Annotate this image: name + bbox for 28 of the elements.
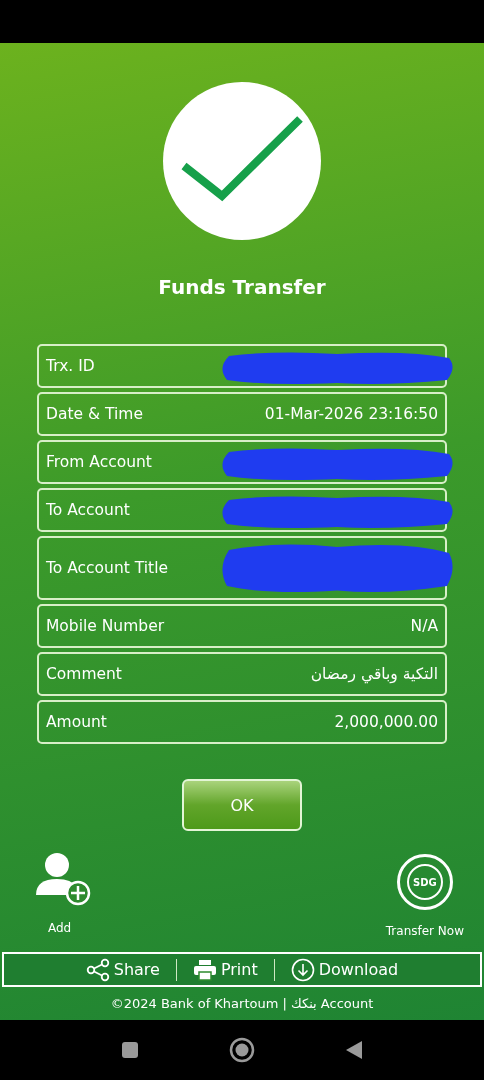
print-button[interactable]: Print: [190, 958, 260, 981]
back-icon[interactable]: [345, 1040, 363, 1060]
share-button[interactable]: Share: [83, 957, 162, 982]
row-label: From Account: [46, 453, 152, 471]
recent-apps-icon[interactable]: [121, 1041, 139, 1059]
printer-icon: [192, 958, 217, 981]
row-value: 2,000,000.00: [334, 713, 438, 731]
download-icon: [290, 957, 315, 982]
row-label: Trx. ID: [46, 357, 95, 375]
home-icon[interactable]: [229, 1037, 255, 1063]
transfer-now-label: Transfer Now: [385, 924, 464, 938]
row-value: التكية وباقي رمضان: [310, 665, 438, 683]
success-check-icon: [162, 81, 322, 241]
row-label: Comment: [46, 665, 122, 683]
row-label: Mobile Number: [46, 617, 165, 635]
row-label: To Account Title: [46, 559, 168, 577]
screen-title: Funds Transfer: [158, 275, 326, 299]
share-icon: [85, 957, 110, 982]
download-button[interactable]: Download: [288, 957, 401, 982]
currency-badge[interactable]: SDG: [396, 854, 453, 910]
row-value: 01-Mar-2026 23:16:50: [264, 405, 438, 423]
row-label: Date & Time: [46, 405, 143, 423]
copyright-text: ©2024 Bank of Khartoum | بنكك Account: [110, 996, 374, 1011]
ok-button[interactable]: OK: [182, 779, 302, 831]
add-label: Add: [48, 921, 72, 935]
row-label: Amount: [46, 713, 107, 731]
row-label: To Account: [46, 501, 130, 519]
row-value: N/A: [410, 617, 438, 635]
